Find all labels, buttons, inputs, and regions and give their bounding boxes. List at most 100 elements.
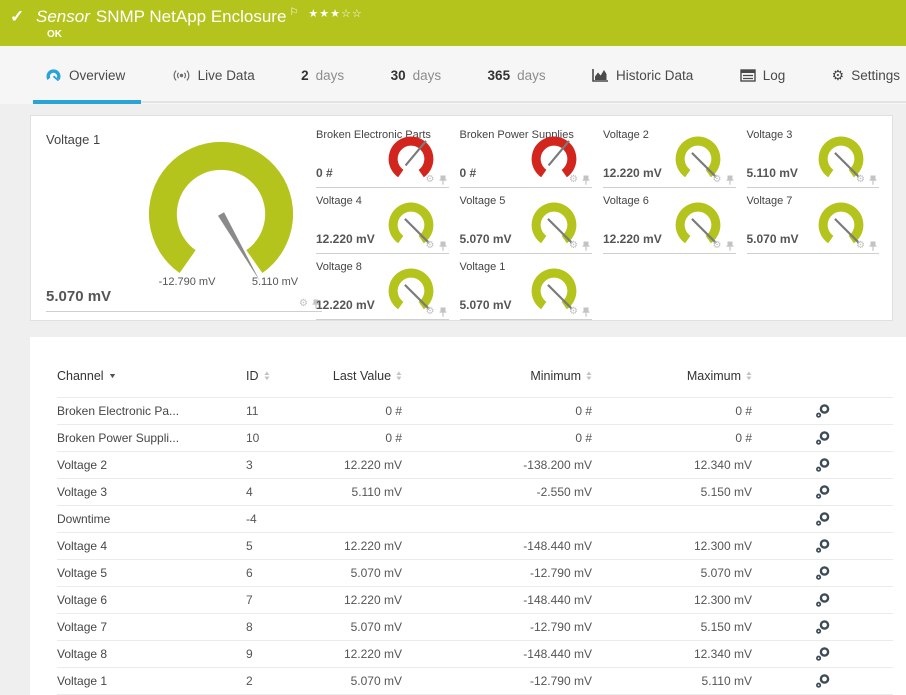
channel-name[interactable]: Broken Power Suppli...: [57, 423, 246, 451]
gauge-pin-icon[interactable]: [726, 175, 734, 185]
gauge-value: 12.220 mV: [316, 232, 375, 246]
live-signal-icon: [173, 69, 190, 81]
channel-settings-gears-icon[interactable]: [815, 646, 831, 662]
gauge-tile-voltage-3[interactable]: Voltage 3 5.110 mV ⚙: [746, 126, 879, 188]
channel-name[interactable]: Voltage 1: [57, 666, 246, 695]
table-row[interactable]: Voltage 1 2 5.070 mV -12.790 mV 5.110 mV: [57, 666, 893, 695]
channel-name[interactable]: Downtime: [57, 504, 246, 532]
channel-settings-gears-icon[interactable]: [815, 484, 831, 500]
gauge-settings-gear-icon[interactable]: ⚙: [713, 241, 722, 251]
tab-settings[interactable]: ⚙ Settings: [832, 46, 900, 104]
table-row[interactable]: Voltage 6 7 12.220 mV -148.440 mV 12.300…: [57, 585, 893, 613]
channel-name[interactable]: Voltage 3: [57, 477, 246, 505]
column-header-minimum[interactable]: Minimum: [402, 367, 592, 397]
sensor-header: ✓ Sensor SNMP NetApp Enclosure ⚐ ★★★☆☆ OK: [0, 0, 906, 46]
gauge-pin-icon[interactable]: [582, 307, 590, 317]
table-row[interactable]: Voltage 4 5 12.220 mV -148.440 mV 12.300…: [57, 531, 893, 559]
tab-overview[interactable]: Overview: [32, 46, 142, 104]
table-row[interactable]: Voltage 8 9 12.220 mV -148.440 mV 12.340…: [57, 639, 893, 667]
gauge-tile-broken-electronic-parts[interactable]: Broken Electronic Parts 0 # ⚙: [316, 126, 449, 188]
gauge-tile-voltage-4[interactable]: Voltage 4 12.220 mV ⚙: [316, 192, 449, 254]
channel-settings-gears-icon[interactable]: [815, 619, 831, 635]
gauge-settings-gear-icon[interactable]: ⚙: [426, 307, 435, 317]
table-row[interactable]: Downtime -4: [57, 504, 893, 532]
gauge-settings-gear-icon[interactable]: ⚙: [713, 175, 722, 185]
channel-settings-gears-icon[interactable]: [815, 457, 831, 473]
channel-id: 2: [246, 666, 317, 695]
minimum-value: 0 #: [402, 396, 592, 424]
gauge-settings-gear-icon[interactable]: ⚙: [856, 175, 865, 185]
channel-settings-gears-icon[interactable]: [815, 565, 831, 581]
stars-filled: ★★★: [308, 8, 341, 20]
tab-365-days[interactable]: 365 days: [488, 46, 546, 104]
column-header-id[interactable]: ID: [246, 367, 317, 397]
maximum-value: 5.150 mV: [592, 477, 752, 505]
channel-name[interactable]: Voltage 8: [57, 639, 246, 667]
channel-settings-gears-icon[interactable]: [815, 538, 831, 554]
gauge-tile-voltage-6[interactable]: Voltage 6 12.220 mV ⚙: [603, 192, 736, 254]
gauge-pin-icon[interactable]: [726, 241, 734, 251]
tile-divider: [459, 253, 592, 254]
channel-name[interactable]: Voltage 6: [57, 585, 246, 613]
channel-id: -4: [246, 504, 317, 532]
tab-historic-data[interactable]: Historic Data: [592, 46, 693, 104]
channel-settings-gears-icon[interactable]: [815, 430, 831, 446]
gauge-pin-icon[interactable]: [439, 307, 447, 317]
priority-stars[interactable]: ★★★☆☆: [308, 8, 362, 20]
channel-name[interactable]: Voltage 4: [57, 531, 246, 559]
gauge-tile-voltage-1-small[interactable]: Voltage 1 5.070 mV ⚙: [459, 258, 592, 320]
table-row[interactable]: Voltage 2 3 12.220 mV -138.200 mV 12.340…: [57, 450, 893, 478]
tile-divider: [603, 253, 736, 254]
tab-30-days[interactable]: 30 days: [391, 46, 442, 104]
tab-live-data[interactable]: Live Data: [172, 46, 255, 104]
minimum-value: -2.550 mV: [402, 477, 592, 505]
gauge-pin-icon[interactable]: [582, 241, 590, 251]
gauge-settings-gear-icon[interactable]: ⚙: [426, 241, 435, 251]
gauge-settings-gear-icon[interactable]: ⚙: [426, 175, 435, 185]
channel-settings-gears-icon[interactable]: [815, 673, 831, 689]
gauge-settings-gear-icon[interactable]: ⚙: [299, 299, 308, 309]
gauge-tile-voltage-1-main[interactable]: Voltage 1 -12.790 mV 5.110 mV 5.070 mV ⚙: [46, 126, 322, 312]
tab-label-number: 2: [301, 67, 309, 83]
last-value: 5.070 mV: [317, 558, 402, 586]
tab-log[interactable]: Log: [740, 46, 785, 104]
gauge-settings-gear-icon[interactable]: ⚙: [856, 241, 865, 251]
gauge-tile-voltage-5[interactable]: Voltage 5 5.070 mV ⚙: [459, 192, 592, 254]
tab-2-days[interactable]: 2 days: [301, 46, 344, 104]
gauge-pin-icon[interactable]: [439, 241, 447, 251]
table-row[interactable]: Voltage 5 6 5.070 mV -12.790 mV 5.070 mV: [57, 558, 893, 586]
gauge-pin-icon[interactable]: [439, 175, 447, 185]
table-row[interactable]: Broken Electronic Pa... 11 0 # 0 # 0 #: [57, 396, 893, 424]
channel-settings-gears-icon[interactable]: [815, 403, 831, 419]
channel-settings-gears-icon[interactable]: [815, 592, 831, 608]
sensor-name[interactable]: SNMP NetApp Enclosure: [96, 7, 287, 26]
minimum-value: [402, 504, 592, 532]
channel-name[interactable]: Voltage 2: [57, 450, 246, 478]
gauge-settings-gear-icon[interactable]: ⚙: [569, 307, 578, 317]
column-header-maximum[interactable]: Maximum: [592, 367, 752, 397]
channel-name[interactable]: Broken Electronic Pa...: [57, 396, 246, 424]
gauge-pin-icon[interactable]: [582, 175, 590, 185]
tile-divider: [746, 253, 879, 254]
gauge-tile-voltage-2[interactable]: Voltage 2 12.220 mV ⚙: [603, 126, 736, 188]
gauge-tile-voltage-7[interactable]: Voltage 7 5.070 mV ⚙: [746, 192, 879, 254]
channel-name[interactable]: Voltage 7: [57, 612, 246, 640]
channel-id: 11: [246, 396, 317, 424]
flag-icon[interactable]: ⚐: [289, 7, 298, 18]
tab-label: Live Data: [197, 67, 255, 83]
gauge-settings-gear-icon[interactable]: ⚙: [569, 175, 578, 185]
table-row[interactable]: Broken Power Suppli... 10 0 # 0 # 0 #: [57, 423, 893, 451]
tab-label: days: [517, 67, 546, 83]
table-row[interactable]: Voltage 7 8 5.070 mV -12.790 mV 5.150 mV: [57, 612, 893, 640]
maximum-value: 12.340 mV: [592, 450, 752, 478]
gauge-settings-gear-icon[interactable]: ⚙: [569, 241, 578, 251]
gauge-tile-voltage-8[interactable]: Voltage 8 12.220 mV ⚙: [316, 258, 449, 320]
channel-settings-gears-icon[interactable]: [815, 511, 831, 527]
table-row[interactable]: Voltage 3 4 5.110 mV -2.550 mV 5.150 mV: [57, 477, 893, 505]
column-header-last-value[interactable]: Last Value: [317, 367, 402, 397]
column-header-channel[interactable]: Channel: [57, 367, 246, 397]
gauge-tile-broken-power-supplies[interactable]: Broken Power Supplies 0 # ⚙: [459, 126, 592, 188]
gauge-pin-icon[interactable]: [869, 175, 877, 185]
channel-name[interactable]: Voltage 5: [57, 558, 246, 586]
gauge-pin-icon[interactable]: [869, 241, 877, 251]
